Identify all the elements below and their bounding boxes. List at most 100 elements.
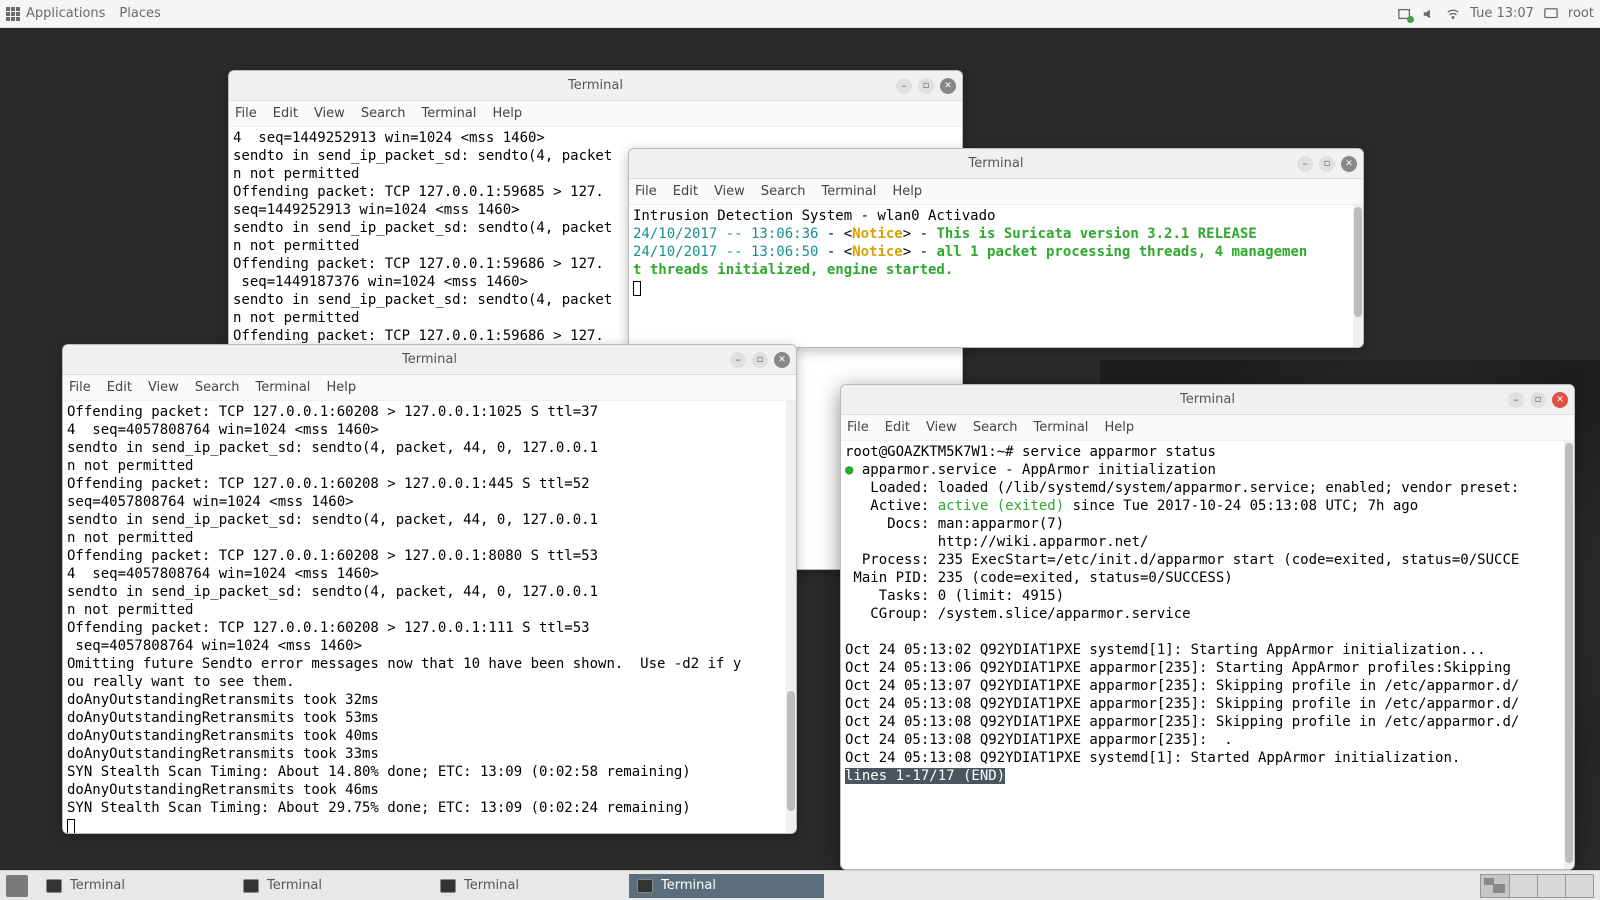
workspace-3[interactable] <box>1537 875 1565 897</box>
nmap-output: Offending packet: TCP 127.0.0.1:60208 > … <box>67 404 741 816</box>
terminal-output[interactable]: Offending packet: TCP 127.0.0.1:60208 > … <box>63 401 796 833</box>
system-tray: Tue 13:07 root <box>1398 6 1594 21</box>
status-dot-icon: ● <box>845 462 853 478</box>
applications-menu[interactable]: Applications <box>26 6 105 21</box>
menu-search[interactable]: Search <box>195 380 240 395</box>
menu-file[interactable]: File <box>235 106 257 121</box>
menu-help[interactable]: Help <box>892 184 922 199</box>
notice-tag: Notice <box>852 226 903 242</box>
display-icon[interactable] <box>1544 7 1558 21</box>
pager-status: lines 1-17/17 (END) <box>845 768 1005 784</box>
ids-header: Intrusion Detection System - wlan0 Activ… <box>633 208 995 224</box>
task-terminal-4[interactable]: Terminal <box>629 874 824 898</box>
terminal-icon <box>440 879 456 893</box>
network-icon[interactable] <box>1446 7 1460 21</box>
active-pre: Active: <box>845 498 938 514</box>
window-title: Terminal <box>629 156 1363 171</box>
loaded-line: Loaded: loaded (/lib/systemd/system/appa… <box>845 480 1519 496</box>
close-button[interactable] <box>1552 392 1568 408</box>
terminal-window-2[interactable]: Terminal File Edit View Search Terminal … <box>628 148 1364 348</box>
maximize-button[interactable] <box>1319 156 1335 172</box>
active-post: since Tue 2017-10-24 05:13:08 UTC; 7h ag… <box>1064 498 1418 514</box>
terminal-output[interactable]: Intrusion Detection System - wlan0 Activ… <box>629 205 1363 347</box>
titlebar[interactable]: Terminal <box>629 149 1363 179</box>
menu-terminal[interactable]: Terminal <box>1033 420 1088 435</box>
menu-view[interactable]: View <box>714 184 745 199</box>
menu-edit[interactable]: Edit <box>885 420 910 435</box>
journal-line: Oct 24 05:13:08 Q92YDIAT1PXE apparmor[23… <box>845 696 1519 712</box>
workspace-1[interactable] <box>1481 875 1509 897</box>
minimize-button[interactable] <box>1297 156 1313 172</box>
menu-terminal[interactable]: Terminal <box>421 106 476 121</box>
top-panel: Applications Places Tue 13:07 root <box>0 0 1600 28</box>
task-label: Terminal <box>661 878 716 893</box>
menu-search[interactable]: Search <box>973 420 1018 435</box>
task-terminal-3[interactable]: Terminal <box>432 874 627 898</box>
journal-line: Oct 24 05:13:07 Q92YDIAT1PXE apparmor[23… <box>845 678 1519 694</box>
maximize-button[interactable] <box>752 352 768 368</box>
menu-view[interactable]: View <box>148 380 179 395</box>
task-label: Terminal <box>70 878 125 893</box>
bottom-panel: Terminal Terminal Terminal Terminal <box>0 870 1600 900</box>
menu-file[interactable]: File <box>847 420 869 435</box>
titlebar[interactable]: Terminal <box>63 345 796 375</box>
menu-edit[interactable]: Edit <box>107 380 132 395</box>
terminal-output[interactable]: root@GOAZKTM5K7W1:~# service apparmor st… <box>841 441 1574 869</box>
menu-edit[interactable]: Edit <box>273 106 298 121</box>
recorder-icon[interactable] <box>1398 7 1412 21</box>
minimize-button[interactable] <box>730 352 746 368</box>
menu-search[interactable]: Search <box>761 184 806 199</box>
clock[interactable]: Tue 13:07 <box>1470 6 1534 21</box>
menu-terminal[interactable]: Terminal <box>255 380 310 395</box>
close-button[interactable] <box>774 352 790 368</box>
workspace-switcher[interactable] <box>1480 874 1594 898</box>
task-label: Terminal <box>464 878 519 893</box>
menu-file[interactable]: File <box>635 184 657 199</box>
task-terminal-2[interactable]: Terminal <box>235 874 430 898</box>
workspace-4[interactable] <box>1565 875 1593 897</box>
places-menu[interactable]: Places <box>119 6 160 21</box>
menu-terminal[interactable]: Terminal <box>821 184 876 199</box>
workspace-2[interactable] <box>1509 875 1537 897</box>
menu-view[interactable]: View <box>314 106 345 121</box>
close-button[interactable] <box>940 78 956 94</box>
terminal-window-3[interactable]: Terminal File Edit View Search Terminal … <box>62 344 797 834</box>
journal-line: Oct 24 05:13:08 Q92YDIAT1PXE systemd[1]:… <box>845 750 1460 766</box>
user-label[interactable]: root <box>1568 6 1594 21</box>
journal-line: Oct 24 05:13:08 Q92YDIAT1PXE apparmor[23… <box>845 732 1233 748</box>
show-desktop-button[interactable] <box>6 875 28 897</box>
titlebar[interactable]: Terminal <box>229 71 962 101</box>
volume-icon[interactable] <box>1422 7 1436 21</box>
menu-help[interactable]: Help <box>326 380 356 395</box>
tasks-line: Tasks: 0 (limit: 4915) <box>845 588 1064 604</box>
terminal-icon <box>637 879 653 893</box>
titlebar[interactable]: Terminal <box>841 385 1574 415</box>
terminal-window-4[interactable]: Terminal File Edit View Search Terminal … <box>840 384 1575 870</box>
timestamp: 24/10/2017 -- 13:06:50 <box>633 244 818 260</box>
menu-file[interactable]: File <box>69 380 91 395</box>
menu-edit[interactable]: Edit <box>673 184 698 199</box>
apps-grid-icon[interactable] <box>6 7 20 21</box>
minimize-button[interactable] <box>896 78 912 94</box>
scrollbar[interactable] <box>1353 205 1363 347</box>
maximize-button[interactable] <box>1530 392 1546 408</box>
maximize-button[interactable] <box>918 78 934 94</box>
menu-help[interactable]: Help <box>1104 420 1134 435</box>
menu-view[interactable]: View <box>926 420 957 435</box>
cgroup-line: CGroup: /system.slice/apparmor.service <box>845 606 1191 622</box>
menu-search[interactable]: Search <box>361 106 406 121</box>
notice-tag: Notice <box>852 244 903 260</box>
cursor <box>67 819 75 834</box>
scrollbar[interactable] <box>786 401 796 833</box>
menu-bar: File Edit View Search Terminal Help <box>841 415 1574 441</box>
task-terminal-1[interactable]: Terminal <box>38 874 233 898</box>
terminal-icon <box>46 879 62 893</box>
close-button[interactable] <box>1341 156 1357 172</box>
scrollbar[interactable] <box>1564 441 1574 869</box>
task-label: Terminal <box>267 878 322 893</box>
window-title: Terminal <box>841 392 1574 407</box>
menu-help[interactable]: Help <box>492 106 522 121</box>
mainpid-line: Main PID: 235 (code=exited, status=0/SUC… <box>845 570 1233 586</box>
minimize-button[interactable] <box>1508 392 1524 408</box>
suricata-msg: t threads initialized, engine started. <box>633 262 953 278</box>
